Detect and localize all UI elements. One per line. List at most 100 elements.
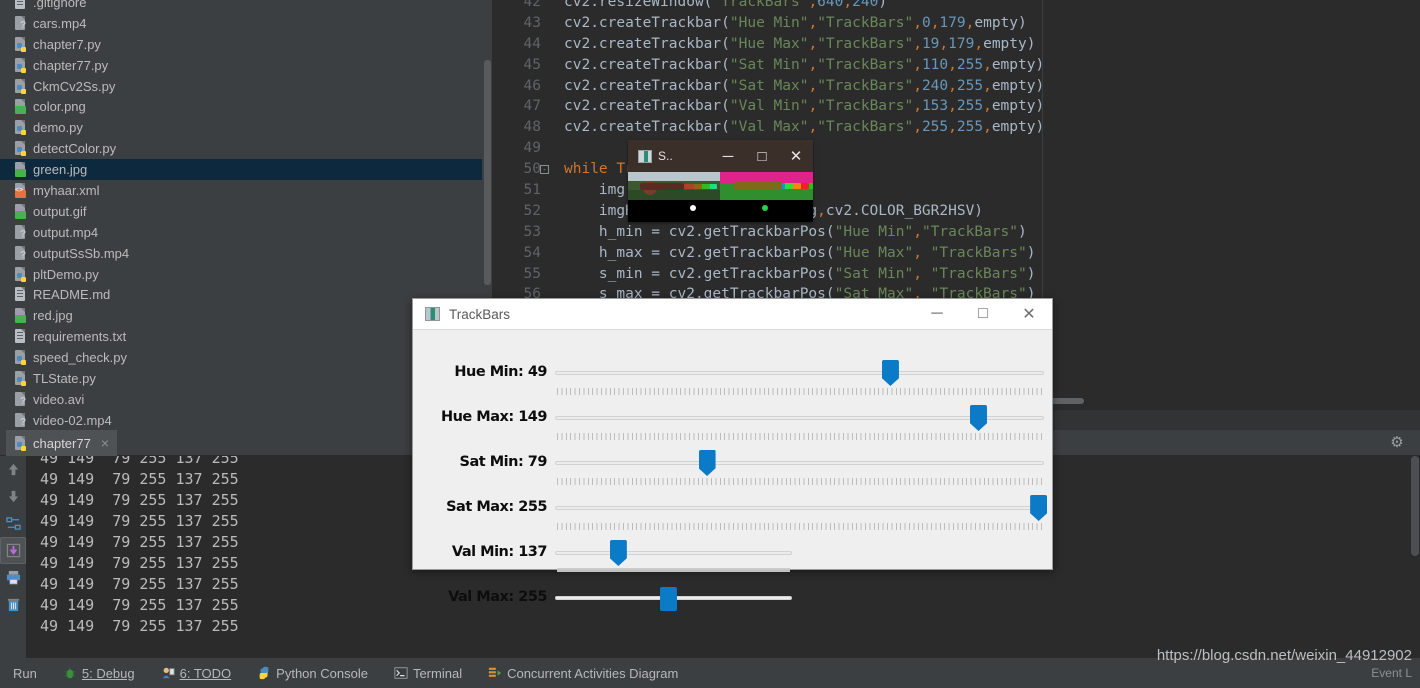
trackbar-val-min[interactable]: Val Min: 137: [413, 510, 1052, 572]
small-window-title: S..: [658, 149, 673, 163]
trackbars-titlebar[interactable]: TrackBars ─ □ ✕: [413, 299, 1052, 330]
file-tree-item[interactable]: green.jpg: [0, 159, 492, 181]
terminal-icon: [394, 666, 408, 680]
trackbars-window-title: TrackBars: [449, 306, 511, 322]
code-line[interactable]: 53 h_min = cv2.getTrackbarPos("Hue Min",…: [492, 222, 1420, 243]
file-name: chapter77.py: [33, 57, 109, 73]
trackbar-sliders[interactable]: Hue Min: 49 Hue Max: 149 Sat Min: 79 Sat Ma…: [413, 330, 1052, 611]
gear-icon[interactable]: ⚙: [1388, 434, 1406, 452]
minimize-icon[interactable]: ─: [711, 148, 745, 165]
file-tree-item[interactable]: chapter7.py: [0, 34, 492, 55]
code-line[interactable]: 47 cv2.createTrackbar("Val Min","TrackBar…: [492, 96, 1420, 117]
trackbar-sat-min[interactable]: Sat Min: 79: [413, 420, 1052, 485]
file-name: requirements.txt: [33, 329, 127, 345]
code-line[interactable]: 45 cv2.createTrackbar("Sat Min","TrackBar…: [492, 55, 1420, 76]
trash-icon[interactable]: [0, 591, 26, 618]
code-line[interactable]: 42 cv2.resizeWindow("TrackBars",640,240): [492, 0, 1420, 13]
print-icon[interactable]: [0, 564, 26, 591]
scroll-down-icon[interactable]: [0, 483, 26, 510]
status-bar-item-run[interactable]: Run: [0, 666, 50, 681]
trackbar-hue-max[interactable]: Hue Max: 149: [413, 375, 1052, 440]
trackbars-window[interactable]: TrackBars ─ □ ✕ Hue Min: 49 Hue Max: 149 S…: [412, 298, 1053, 611]
event-log-label[interactable]: Event L: [1371, 666, 1412, 680]
diagram-icon: [488, 666, 502, 680]
file-tree-item[interactable]: outputSsSb.mp4: [0, 243, 492, 264]
file-name: color.png: [33, 99, 86, 115]
code-fold-marker[interactable]: -: [540, 165, 549, 175]
line-number: 49: [523, 140, 541, 157]
file-name: outputSsSb.mp4: [33, 245, 130, 261]
file-name: pltDemo.py: [33, 266, 99, 282]
soft-wrap-icon[interactable]: [0, 510, 26, 537]
close-icon[interactable]: ×: [101, 435, 109, 451]
code-line[interactable]: 54 h_max = cv2.getTrackbarPos("Hue Max",…: [492, 243, 1420, 264]
file-name: .gitignore: [33, 0, 87, 10]
status-bar-item-debug[interactable]: 5: Debug: [50, 666, 148, 681]
trackbar-thumb-val-max[interactable]: [659, 587, 677, 611]
file-name: demo.py: [33, 120, 83, 136]
code-line[interactable]: 55 s_min = cv2.getTrackbarPos("Sat Min",…: [492, 264, 1420, 285]
python-file-icon: [14, 78, 27, 94]
file-tree-item[interactable]: myhaar.xml: [0, 180, 492, 201]
file-tree-item[interactable]: output.mp4: [0, 222, 492, 243]
scroll-up-icon[interactable]: [0, 456, 26, 483]
line-number: 55: [523, 265, 541, 282]
status-bar-item-python-console[interactable]: Python Console: [244, 666, 381, 681]
console-line: 49 149 79 255 137 255: [40, 617, 239, 635]
file-name: README.md: [33, 287, 111, 303]
image-file-icon: [14, 162, 27, 178]
file-name: cars.mp4: [33, 15, 87, 31]
opencv-image-window[interactable]: S.. ─ □ ✕: [628, 140, 813, 222]
line-number: 48: [523, 119, 541, 136]
file-tree-item[interactable]: demo.py: [0, 117, 492, 138]
close-icon[interactable]: ✕: [779, 147, 813, 165]
minimize-icon[interactable]: ─: [914, 299, 960, 330]
code-line[interactable]: 43 cv2.createTrackbar("Hue Min","TrackBar…: [492, 13, 1420, 34]
txt-file-icon: [14, 329, 27, 344]
trackbar-val-max[interactable]: Val Max: 255: [413, 555, 1052, 611]
scrollbar-thumb[interactable]: [484, 60, 491, 285]
code-text: cv2.createTrackbar("Hue Max","TrackBars"…: [564, 35, 1036, 52]
status-bar-item-todo[interactable]: 6: TODO: [148, 666, 245, 681]
scroll-to-end-icon[interactable]: [0, 537, 26, 564]
python-file-icon: [14, 57, 27, 73]
status-bar-item-concurrent-activities[interactable]: Concurrent Activities Diagram: [475, 666, 691, 681]
maximize-icon[interactable]: □: [960, 299, 1006, 330]
maximize-icon[interactable]: □: [745, 148, 779, 165]
line-number: 51: [523, 182, 541, 199]
line-number: 52: [523, 202, 541, 219]
status-bar: Run 5: Debug 6: TODO Python Console Terminal…: [0, 647, 1420, 688]
file-tree-item[interactable]: detectColor.py: [0, 138, 492, 159]
code-line[interactable]: 46 cv2.createTrackbar("Sat Max","TrackBar…: [492, 76, 1420, 97]
console-scrollbar-thumb[interactable]: [1411, 456, 1419, 556]
mask-dot: [690, 205, 696, 211]
run-tab-chapter77[interactable]: chapter77 ×: [6, 430, 118, 456]
opencv-window-icon: [638, 149, 652, 163]
file-tree-item[interactable]: output.gif: [0, 201, 492, 222]
trackbar-sat-max[interactable]: Sat Max: 255: [413, 465, 1052, 530]
code-text: cv2.createTrackbar("Sat Min","TrackBars"…: [564, 56, 1045, 73]
status-bar-item-label: Run: [13, 665, 37, 681]
code-line[interactable]: 44 cv2.createTrackbar("Hue Max","TrackBar…: [492, 34, 1420, 55]
status-bar-item-terminal[interactable]: Terminal: [381, 666, 475, 681]
python-file-icon: [14, 141, 27, 157]
file-name: green.jpg: [33, 162, 88, 178]
result-dot: [762, 205, 768, 211]
file-tree-item[interactable]: cars.mp4: [0, 13, 492, 34]
file-tree-item[interactable]: pltDemo.py: [0, 264, 492, 285]
file-name: CkmCv2Ss.py: [33, 78, 116, 94]
close-icon[interactable]: ✕: [1006, 299, 1052, 330]
status-bar-item-label: Terminal: [412, 665, 463, 681]
status-bar-item-label: Python Console: [276, 665, 368, 681]
file-tree-item[interactable]: color.png: [0, 96, 492, 117]
trackbar-hue-min[interactable]: Hue Min: 49: [413, 330, 1052, 395]
file-tree-item[interactable]: chapter77.py: [0, 55, 492, 76]
line-number: 44: [523, 35, 541, 52]
file-tree-item[interactable]: CkmCv2Ss.py: [0, 76, 492, 97]
code-text: h_max = cv2.getTrackbarPos("Hue Max", "T…: [564, 244, 1036, 261]
file-tree-item[interactable]: .gitignore: [0, 0, 492, 13]
run-toolbar[interactable]: [0, 456, 26, 658]
status-bar-item-label: 6: TODO: [179, 665, 232, 681]
small-window-titlebar[interactable]: S.. ─ □ ✕: [628, 140, 813, 172]
code-line[interactable]: 48 cv2.createTrackbar("Val Max","TrackBar…: [492, 117, 1420, 138]
